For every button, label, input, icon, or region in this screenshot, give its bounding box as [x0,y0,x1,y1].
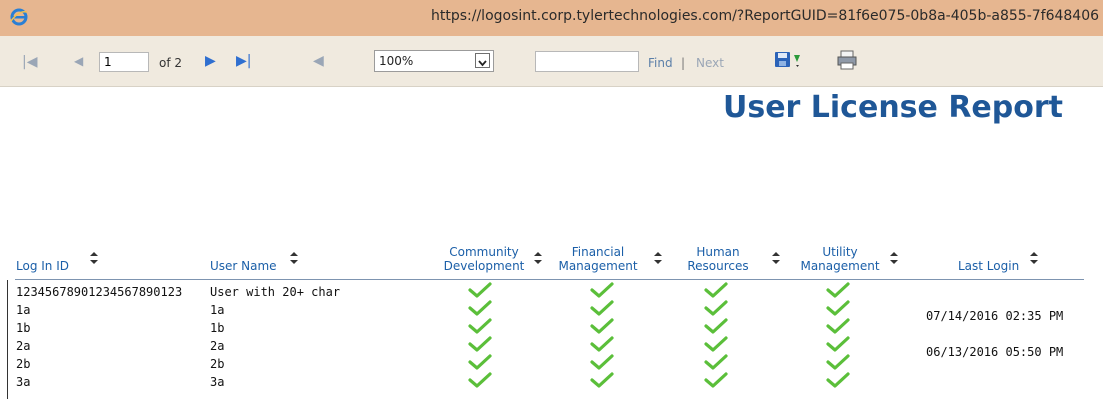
first-page-icon[interactable]: |◀ [22,55,37,69]
header-user-name[interactable]: User Name [210,259,277,273]
checkmark-icon [468,300,492,316]
cell-user-name: 2b [210,357,225,371]
sort-icon[interactable] [90,252,98,264]
cell-login-id: 2a [16,339,31,353]
browser-title-bar: https://logosint.corp.tylertechnologies.… [0,0,1103,36]
prev-page-icon[interactable]: ◀ [74,55,83,67]
header-financial-management[interactable]: Financial Management [552,245,644,273]
checkmark-icon [590,372,614,388]
chevron-down-icon[interactable] [475,53,490,68]
cell-user-name: 1a [210,303,225,317]
checkmark-icon [590,354,614,370]
checkmark-icon [468,354,492,370]
header-community-line2: Development [443,259,525,273]
print-icon[interactable] [836,49,858,71]
save-icon[interactable] [774,50,804,70]
checkmark-icon [590,336,614,352]
cell-user-name: 3a [210,375,225,389]
zoom-select[interactable]: 100% [374,50,494,72]
zoom-value: 100% [379,54,414,68]
checkmark-icon [704,336,728,352]
back-icon[interactable]: ◀ [313,54,324,68]
header-financial-line1: Financial [571,245,625,259]
find-input[interactable] [535,51,639,72]
header-divider [15,279,1084,280]
cell-user-name: 2a [210,339,225,353]
checkmark-icon [468,336,492,352]
page-count-label: of 2 [159,56,183,70]
cell-user-name: User with 20+ char [210,285,341,299]
checkmark-icon [590,318,614,334]
sort-icon[interactable] [654,252,662,264]
last-page-icon[interactable]: ▶| [236,54,251,68]
checkmark-icon [704,282,728,298]
checkmark-icon [826,336,850,352]
checkmark-icon [590,282,614,298]
address-url[interactable]: https://logosint.corp.tylertechnologies.… [431,8,1099,24]
checkmark-icon [468,282,492,298]
checkmark-icon [468,318,492,334]
checkmark-icon [826,318,850,334]
header-last-login-label: Last Login [958,259,1020,273]
cell-login-id: 2b [16,357,31,371]
header-last-login[interactable]: Last Login [958,259,1019,273]
header-login-id-label: Log In ID [16,259,69,273]
checkmark-icon [468,372,492,388]
cell-user-name: 1b [210,321,225,335]
header-financial-line2: Management [558,259,638,273]
sort-icon[interactable] [1030,252,1038,264]
checkmark-icon [704,354,728,370]
header-utility-line1: Utility [822,245,858,259]
cell-last-login: 07/14/2016 02:35 PM [926,309,1064,323]
header-user-name-label: User Name [210,259,277,273]
find-separator: | [681,56,686,70]
header-human-resources[interactable]: Human Resources [680,245,756,273]
cell-login-id: 1a [16,303,31,317]
sort-icon[interactable] [772,252,780,264]
cell-login-id: 1b [16,321,31,335]
header-login-id[interactable]: Log In ID [16,259,69,273]
cell-login-id: 12345678901234567890123 [16,285,183,299]
checkmark-icon [704,318,728,334]
header-community-line1: Community [449,245,519,259]
header-community-development[interactable]: Community Development [438,245,530,273]
sort-icon[interactable] [890,252,898,264]
sort-icon[interactable] [534,252,542,264]
ie-icon [10,8,28,26]
checkmark-icon [704,300,728,316]
checkmark-icon [826,300,850,316]
page-number-input[interactable] [99,52,149,72]
cell-login-id: 3a [16,375,31,389]
cell-last-login: 06/13/2016 05:50 PM [926,345,1064,359]
checkmark-icon [826,282,850,298]
report-toolbar: |◀ ◀ of 2 ▶ ▶| ◀ 100% Find | Next [0,36,1103,87]
checkmark-icon [826,354,850,370]
checkmark-icon [704,372,728,388]
header-human-line1: Human [696,245,740,259]
header-utility-line2: Management [800,259,880,273]
checkmark-icon [826,372,850,388]
find-link[interactable]: Find [648,56,673,70]
header-human-line2: Resources [687,259,749,273]
header-utility-management[interactable]: Utility Management [794,245,886,273]
report-title: User License Report [722,90,1063,125]
find-next-link[interactable]: Next [696,56,724,70]
checkmark-icon [590,300,614,316]
sort-icon[interactable] [290,252,298,264]
next-page-icon[interactable]: ▶ [205,54,216,68]
page-left-edge [7,280,8,399]
